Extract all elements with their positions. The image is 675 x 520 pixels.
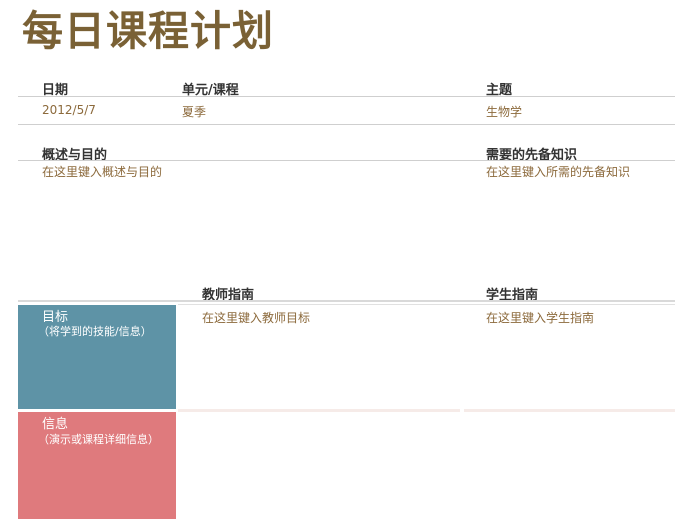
student-information-cell[interactable] [464,414,675,518]
teacher-information-cell[interactable] [178,414,460,518]
row-separator-left [178,409,460,412]
details-value-rule [18,124,675,125]
row-separator-right [464,409,675,412]
objectives-label: 目标 [42,310,69,325]
details-header-rule [18,96,675,97]
information-sublabel: （演示或课程详细信息） [38,433,159,446]
overview-placeholder[interactable]: 在这里键入概述与目的 [42,163,162,180]
date-value[interactable]: 2012/5/7 [42,103,96,117]
guide-header-rule [18,300,675,302]
objectives-block: 目标 （将学到的技能/信息） [18,305,176,409]
overview-rule [18,160,675,161]
unit-value[interactable]: 夏季 [182,103,206,120]
row1-top-rule [178,304,675,305]
prerequisites-placeholder[interactable]: 在这里键入所需的先备知识 [486,163,630,180]
objectives-sublabel: （将学到的技能/信息） [38,325,152,338]
information-block: 信息 （演示或课程详细信息） [18,412,176,519]
teacher-objectives-placeholder[interactable]: 在这里键入教师目标 [202,309,310,326]
student-guide-placeholder[interactable]: 在这里键入学生指南 [486,309,594,326]
information-label: 信息 [42,417,69,432]
topic-value[interactable]: 生物学 [486,103,522,120]
page-title: 每日课程计划 [22,7,274,55]
